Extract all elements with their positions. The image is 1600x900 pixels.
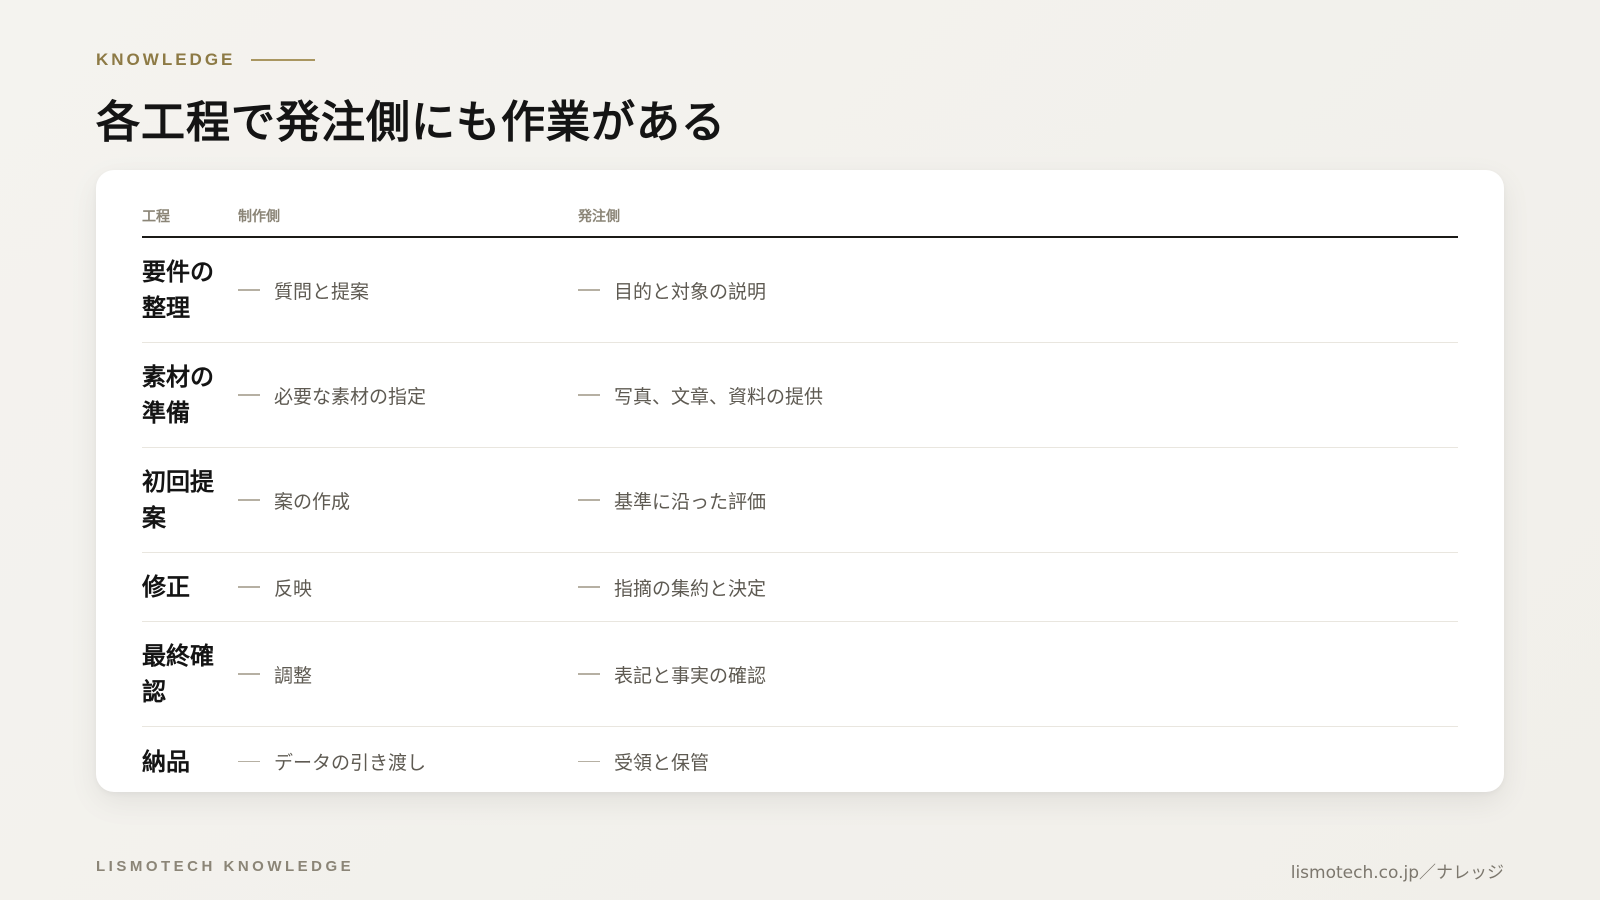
- client-text: 指摘の集約と決定: [614, 577, 767, 600]
- client-cell: 指摘の集約と決定: [578, 574, 1458, 601]
- process-table-card: 工程 制作側 発注側 要件の整理 質問と提案 目的と対象の説明 素材の準備 必要…: [96, 170, 1504, 792]
- header-step: 工程: [142, 209, 170, 225]
- client-text: 受領と保管: [614, 752, 710, 774]
- client-text: 写真、文章、資料の提供: [614, 385, 824, 408]
- footer-brand: LISMOTECH KNOWLEDGE: [96, 858, 355, 875]
- dash-mark: [238, 760, 260, 763]
- step-label: 素材の準備: [142, 363, 214, 427]
- eyebrow-label: KNOWLEDGE: [96, 50, 236, 69]
- client-cell: 基準に沿った評価: [578, 487, 1458, 514]
- step-label: 最終確認: [142, 642, 214, 706]
- maker-cell: 必要な素材の指定: [238, 382, 578, 409]
- dash-mark: [578, 394, 600, 396]
- dash-mark: [578, 499, 600, 501]
- client-cell: 写真、文章、資料の提供: [578, 382, 1458, 409]
- table-row: 素材の準備 必要な素材の指定 写真、文章、資料の提供: [142, 343, 1458, 448]
- table-row: 納品 データの引き渡し 受領と保管: [142, 727, 1458, 796]
- maker-text: データの引き渡し: [274, 752, 427, 774]
- step-label: 納品: [142, 747, 190, 776]
- eyebrow: KNOWLEDGE: [96, 50, 316, 70]
- step-label: 要件の整理: [142, 258, 214, 322]
- maker-text: 案の作成: [274, 490, 351, 513]
- eyebrow-divider: [251, 59, 316, 61]
- dash-mark: [578, 760, 600, 763]
- client-text: 表記と事実の確認: [614, 664, 767, 687]
- table-row: 最終確認 調整 表記と事実の確認: [142, 622, 1458, 727]
- maker-cell: 調整: [238, 661, 578, 688]
- maker-text: 調整: [274, 664, 313, 687]
- dash-mark: [238, 499, 260, 501]
- footer-url[interactable]: lismotech.co.jp／ナレッジ: [1291, 858, 1504, 883]
- maker-cell: データの引き渡し: [238, 748, 578, 775]
- maker-text: 必要な素材の指定: [274, 385, 427, 408]
- page-title: 各工程で発注側にも作業がある: [96, 97, 726, 148]
- maker-text: 質問と提案: [274, 280, 370, 303]
- table-row: 要件の整理 質問と提案 目的と対象の説明: [142, 238, 1458, 343]
- dash-mark: [238, 586, 260, 588]
- dash-mark: [578, 289, 600, 291]
- header-maker: 制作側: [238, 209, 280, 225]
- maker-cell: 質問と提案: [238, 277, 578, 304]
- maker-cell: 案の作成: [238, 487, 578, 514]
- dash-mark: [578, 673, 600, 675]
- dash-mark: [578, 586, 600, 588]
- client-text: 目的と対象の説明: [614, 280, 767, 303]
- dash-mark: [238, 289, 260, 291]
- step-label: 修正: [142, 573, 190, 601]
- dash-mark: [238, 394, 260, 396]
- table-row: 初回提案 案の作成 基準に沿った評価: [142, 448, 1458, 553]
- client-cell: 表記と事実の確認: [578, 661, 1458, 688]
- dash-mark: [238, 673, 260, 675]
- client-text: 基準に沿った評価: [614, 490, 767, 513]
- step-label: 初回提案: [142, 468, 214, 532]
- header-client: 発注側: [578, 209, 620, 225]
- table-header: 工程 制作側 発注側: [142, 194, 1458, 238]
- table-row: 修正 反映 指摘の集約と決定: [142, 553, 1458, 622]
- maker-cell: 反映: [238, 574, 578, 601]
- client-cell: 目的と対象の説明: [578, 277, 1458, 304]
- maker-text: 反映: [274, 577, 313, 600]
- client-cell: 受領と保管: [578, 748, 1458, 775]
